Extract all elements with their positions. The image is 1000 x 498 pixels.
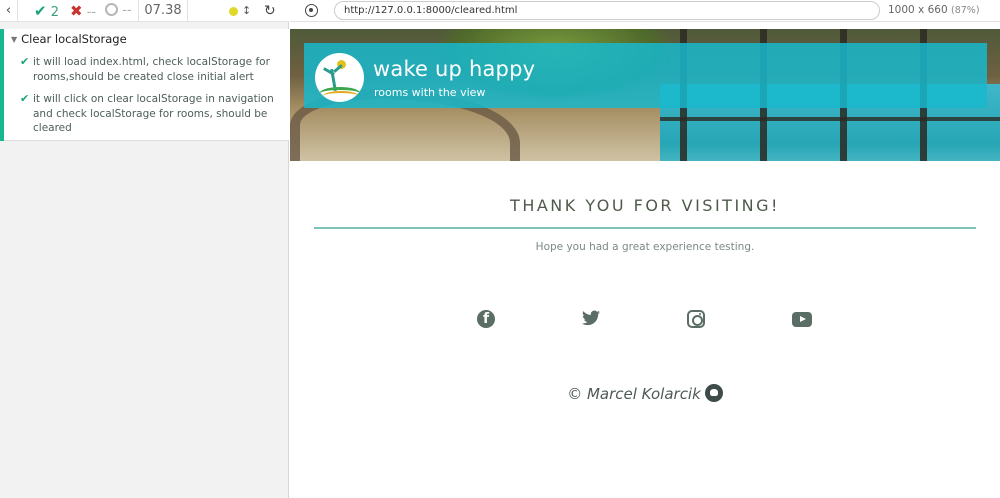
test-runner-panel: ‹ ✔ 2 ✖ -- -- 07.38 ↕ ↻ ▼ Clear localStor…	[0, 0, 289, 498]
footer-credit: © Marcel Kolarcik	[290, 384, 1000, 403]
check-icon: ✔	[20, 92, 30, 105]
facebook-icon[interactable]	[477, 310, 495, 328]
autoscroll-toggle-icon[interactable]: ↕	[242, 0, 251, 22]
pending-count: --	[105, 0, 132, 22]
check-icon: ✔	[20, 55, 30, 68]
window-frame	[660, 117, 1000, 121]
selector-playground-icon[interactable]	[305, 4, 318, 17]
duration-timer: 07.38	[138, 0, 188, 22]
cross-icon: ✖	[70, 2, 83, 20]
brand-title: wake up happy	[373, 57, 536, 81]
suite-status-bar	[0, 29, 4, 141]
caret-down-icon: ▼	[11, 35, 18, 44]
url-field[interactable]: http://127.0.0.1:8000/cleared.html	[334, 1, 880, 20]
github-icon[interactable]	[704, 384, 723, 402]
chevron-left-icon: ‹	[5, 3, 12, 18]
page-title: THANK YOU FOR VISITING!	[510, 196, 780, 215]
viewport-info: 1000 x 660 (87%)	[888, 4, 980, 16]
back-button[interactable]: ‹	[0, 0, 18, 22]
logo-icon	[315, 53, 364, 102]
youtube-icon[interactable]	[792, 312, 812, 327]
passed-count: ✔ 2	[34, 2, 59, 20]
test-item[interactable]: ✔ it will load index.html, check localSt…	[20, 55, 275, 84]
pending-circle-icon	[105, 3, 118, 16]
instagram-icon[interactable]	[687, 310, 705, 328]
hero-image: wake up happy rooms with the view	[290, 29, 1000, 161]
url-bar: http://127.0.0.1:8000/cleared.html 1000 …	[290, 0, 1000, 22]
check-icon: ✔	[34, 2, 47, 20]
brand-subtitle: rooms with the view	[374, 86, 486, 99]
thank-you-message: Hope you had a great experience testing.	[535, 241, 755, 253]
failed-count: ✖ --	[70, 2, 97, 20]
suite-title[interactable]: ▼ Clear localStorage	[11, 32, 127, 46]
test-item[interactable]: ✔ it will click on clear localStorage in…	[20, 92, 275, 136]
app-preview: http://127.0.0.1:8000/cleared.html 1000 …	[290, 0, 1000, 498]
brand-banner[interactable]: wake up happy rooms with the view	[304, 43, 987, 108]
rerun-button[interactable]: ↻	[264, 0, 276, 22]
runner-header: ‹ ✔ 2 ✖ -- -- 07.38 ↕ ↻	[0, 0, 289, 22]
twitter-icon[interactable]	[582, 310, 600, 328]
status-dot-icon	[229, 7, 238, 16]
test-suite[interactable]: ▼ Clear localStorage ✔ it will load index…	[0, 29, 289, 141]
divider	[314, 227, 976, 229]
